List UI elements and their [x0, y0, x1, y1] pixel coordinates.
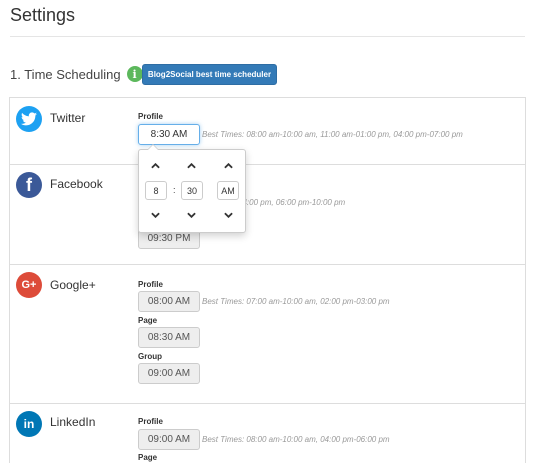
network-row-twitter: Twitter Profile 8:30 AM Best Times: 08:0…	[10, 98, 525, 165]
meridian-field[interactable]: AM	[217, 181, 239, 200]
twitter-bird-icon	[16, 106, 42, 132]
page-label: Page	[138, 453, 158, 462]
network-row-facebook: f Facebook 01:00 pm-04:00 pm, 06:00 pm-1…	[10, 165, 525, 265]
meridian-toggle-down-chevron-down-icon[interactable]	[220, 208, 236, 222]
meridian-toggle-up-chevron-up-icon[interactable]	[220, 159, 236, 173]
googleplus-profile-time-input[interactable]: 08:00 AM	[138, 291, 200, 312]
time-picker-popup: 8 : 30 AM	[138, 144, 246, 233]
network-list: Twitter Profile 8:30 AM Best Times: 08:0…	[9, 97, 526, 463]
google-plus-icon: G+	[16, 272, 42, 298]
profile-label: Profile	[138, 112, 163, 121]
page-title: Settings	[10, 5, 76, 25]
best-times-text: Best Times: 08:00 am-10:00 am, 11:00 am-…	[202, 130, 463, 139]
time-separator: :	[173, 185, 176, 195]
hour-increment-chevron-up-icon[interactable]	[147, 159, 163, 173]
hour-decrement-chevron-down-icon[interactable]	[147, 208, 163, 222]
network-name-linkedin: LinkedIn	[50, 415, 96, 429]
page-label: Page	[138, 316, 158, 325]
best-time-scheduler-button[interactable]: Blog2Social best time scheduler	[142, 64, 277, 85]
best-times-text: Best Times: 08:00 am-10:00 am, 04:00 pm-…	[202, 435, 390, 444]
googleplus-page-time-input[interactable]: 08:30 AM	[138, 327, 200, 348]
linkedin-profile-time-input[interactable]: 09:00 AM	[138, 429, 200, 450]
section-heading: 1. Time Scheduling i	[10, 66, 143, 82]
info-icon[interactable]: i	[126, 66, 143, 82]
network-name-facebook: Facebook	[50, 177, 103, 191]
facebook-f-icon: f	[16, 172, 42, 198]
best-times-text: Best Times: 07:00 am-10:00 am, 02:00 pm-…	[202, 297, 390, 306]
hour-field[interactable]: 8	[145, 181, 167, 200]
minute-increment-chevron-up-icon[interactable]	[183, 159, 199, 173]
network-row-googleplus: G+ Google+ Profile 08:00 AM Best Times: …	[10, 265, 525, 404]
minute-decrement-chevron-down-icon[interactable]	[183, 208, 199, 222]
group-label: Group	[138, 352, 162, 361]
profile-label: Profile	[138, 417, 163, 426]
minute-field[interactable]: 30	[181, 181, 203, 200]
network-name-googleplus: Google+	[50, 278, 96, 292]
googleplus-group-time-input[interactable]: 09:00 AM	[138, 363, 200, 384]
linkedin-in-icon: in	[16, 411, 42, 437]
profile-label: Profile	[138, 280, 163, 289]
twitter-profile-time-input[interactable]: 8:30 AM	[138, 124, 200, 145]
title-divider	[10, 36, 525, 37]
network-row-linkedin: in LinkedIn Profile 09:00 AM Best Times:…	[10, 404, 525, 463]
section-title: 1. Time Scheduling	[10, 66, 121, 82]
network-name-twitter: Twitter	[50, 111, 86, 125]
